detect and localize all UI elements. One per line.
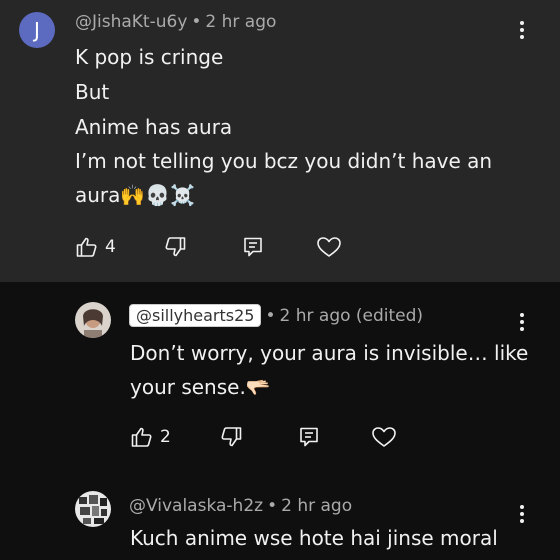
like-count: 2 — [160, 427, 171, 447]
thumbs-down-icon — [165, 237, 186, 257]
separator: • — [191, 12, 202, 32]
timestamp: 2 hr ago — [205, 12, 277, 32]
like-button[interactable]: 2 — [130, 424, 171, 450]
like-count: 4 — [105, 237, 116, 257]
more-vert-icon[interactable] — [512, 18, 532, 44]
reply-button[interactable] — [297, 424, 321, 450]
author-handle[interactable]: @JishaKt-u6y — [75, 12, 187, 32]
separator: • — [265, 306, 276, 326]
comment-text-line: K pop is cringe — [75, 45, 224, 69]
comment-meta: @JishaKt-u6y • 2 hr ago — [75, 12, 276, 32]
comment-meta: @Vivalaska-h2z • 2 hr ago — [129, 496, 352, 516]
avatar[interactable] — [75, 491, 111, 527]
reply-icon — [244, 237, 262, 257]
comment-text-line: Anime has aura — [75, 115, 233, 139]
comment-text-line: your sense.🫳🏻 — [130, 375, 271, 399]
heart-icon — [372, 427, 396, 447]
more-vert-icon[interactable] — [512, 310, 532, 336]
author-handle[interactable]: @Vivalaska-h2z — [129, 496, 263, 516]
avatar[interactable]: J — [19, 12, 55, 48]
comment-text-line: Kuch anime wse hote hai jinse moral — [130, 526, 498, 550]
avatar-image — [75, 491, 111, 527]
avatar[interactable] — [75, 302, 111, 338]
more-vert-icon[interactable] — [512, 502, 532, 528]
thumbs-up-icon — [131, 427, 152, 447]
thumbs-up-icon — [76, 237, 97, 257]
dislike-button[interactable] — [219, 424, 243, 450]
author-handle[interactable]: @sillyhearts25 — [129, 304, 262, 327]
comment-text-line: Don’t worry, your aura is invisible… lik… — [130, 341, 529, 365]
separator: • — [267, 496, 278, 516]
heart-button[interactable] — [316, 234, 342, 260]
reply-icon — [300, 427, 318, 447]
timestamp: 2 hr ago — [281, 496, 353, 516]
avatar-image — [75, 302, 111, 338]
comment-text-line: aura🙌💀☠️ — [75, 183, 196, 207]
reply-button[interactable] — [241, 234, 265, 260]
comment-meta: @sillyhearts25 • 2 hr ago (edited) — [129, 304, 423, 327]
timestamp: 2 hr ago (edited) — [279, 306, 424, 326]
comment-text-line: But — [75, 80, 110, 104]
heart-button[interactable] — [371, 424, 397, 450]
heart-icon — [317, 237, 341, 257]
like-button[interactable]: 4 — [75, 234, 116, 260]
thumbs-down-icon — [221, 427, 242, 447]
dislike-button[interactable] — [163, 234, 187, 260]
comment-text-line: I’m not telling you bcz you didn’t have … — [75, 149, 493, 173]
comment-card-1: J @JishaKt-u6y • 2 hr ago K pop is cringe … — [0, 0, 560, 282]
